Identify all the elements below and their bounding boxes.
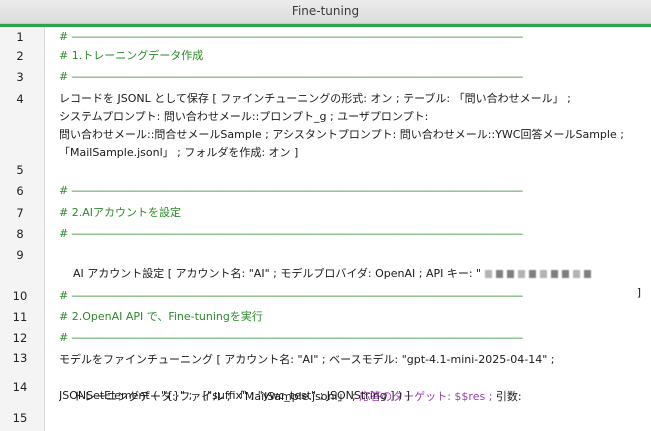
script-line-save-jsonl-cont[interactable]: システムプロンプト: 問い合わせメール::プロンプト_g ; ユーザプロンプト: — [59, 107, 647, 126]
script-line-save-jsonl-cont[interactable]: 「MailSample.jsonl」 ; フォルダを作成: オン ] — [59, 143, 647, 162]
script-line-comment-divider[interactable]: # ――――――――――――――――――――――――――――――――――――――… — [59, 286, 647, 305]
script-line-comment[interactable]: # 2.AIアカウントを設定 — [59, 203, 647, 222]
script-line-comment[interactable]: # 2.OpenAI API で、Fine-tuningを実行 — [59, 307, 647, 326]
script-line-comment-divider[interactable]: # ――――――――――――――――――――――――――――――――――――――… — [59, 224, 647, 243]
line-number: 12 — [12, 331, 28, 345]
line-number: 3 — [16, 70, 24, 84]
script-line-save-jsonl[interactable]: レコードを JSONL として保存 [ ファインチューニングの形式: オン ; … — [59, 89, 647, 108]
line-number-gutter: 1 2 3 4 5 6 7 8 9 10 11 12 13 15 — [0, 27, 45, 431]
script-line-comment-divider[interactable]: # ――――――――――――――――――――――――――――――――――――――… — [59, 328, 647, 347]
script-line-comment-divider[interactable]: # ――――――――――――――――――――――――――――――――――――――… — [59, 67, 647, 86]
ai-account-text: AI アカウント設定 [ アカウント名: "AI" ; モデルプロバイダ: Op… — [73, 267, 482, 280]
line-number: 5 — [16, 163, 24, 177]
line-number: 7 — [16, 206, 24, 220]
line-number: 14 — [12, 380, 28, 394]
script-line-fine-tune[interactable]: モデルをファインチューニング [ アカウント名: "AI" ; ベースモデル: … — [59, 350, 647, 369]
script-line-fine-tune-cont[interactable]: JSONSetElement ( "{}" ; ["suffix" ; "ywc… — [59, 386, 647, 405]
line-number: 15 — [12, 411, 28, 425]
script-editor[interactable]: 1 2 3 4 5 6 7 8 9 10 11 12 13 15 # ―――――… — [0, 27, 651, 431]
line-number: 2 — [16, 49, 24, 63]
window-title: Fine-tuning — [0, 0, 651, 24]
line-number: 8 — [16, 227, 24, 241]
script-line-save-jsonl-cont[interactable]: 問い合わせメール::問合せメールSample ; アシスタントプロンプト: 問い… — [59, 125, 647, 144]
script-line-comment[interactable]: # 1.トレーニングデータ作成 — [59, 46, 647, 65]
line-number: 13 — [12, 351, 28, 365]
line-number: 9 — [16, 248, 24, 262]
script-line-comment-divider[interactable]: # ――――――――――――――――――――――――――――――――――――――… — [59, 181, 647, 200]
line-number: 6 — [16, 184, 24, 198]
redacted-key — [485, 270, 493, 278]
line-number: 10 — [12, 289, 28, 303]
script-line-comment-divider[interactable]: # ――――――――――――――――――――――――――――――――――――――… — [59, 27, 647, 46]
line-number: 1 — [16, 30, 24, 44]
line-number: 11 — [12, 310, 28, 324]
line-number: 4 — [16, 92, 24, 106]
